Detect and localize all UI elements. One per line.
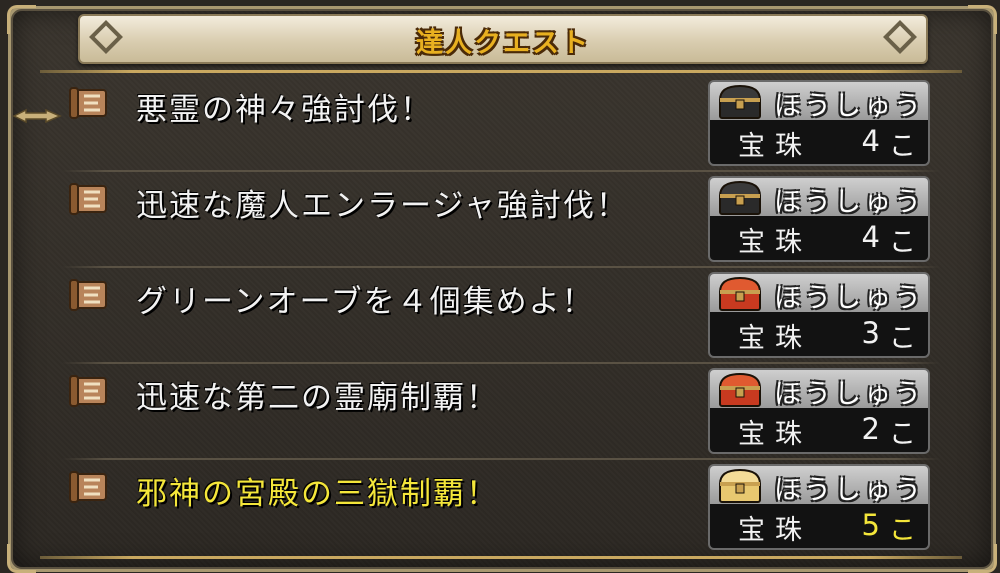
reward-header: ほうしゅう: [708, 464, 930, 506]
reward-header: ほうしゅう: [708, 368, 930, 410]
reward-item-name: 宝珠: [738, 419, 812, 450]
frame-corner-ornament: [968, 5, 997, 34]
reward-count: 3: [861, 316, 880, 350]
title-bar: 達人クエスト: [78, 14, 928, 64]
quest-name: 迅速な魔人エンラージャ強討伐！: [136, 188, 629, 224]
reward-value: 宝珠 3 こ: [708, 312, 930, 358]
reward-item-name: 宝珠: [738, 323, 812, 354]
reward-unit: こ: [889, 131, 916, 162]
selection-cursor-icon: [12, 108, 62, 124]
reward-count: 5: [861, 508, 880, 542]
reward-unit: こ: [889, 323, 916, 354]
panel-divider-top: [40, 70, 962, 73]
reward-header: ほうしゅう: [708, 80, 930, 122]
black-chest-icon: [718, 84, 762, 119]
reward-box: ほうしゅう 宝珠 5 こ: [708, 464, 930, 552]
quest-row[interactable]: 悪霊の神々強討伐！ ほうしゅう 宝珠 4 こ: [58, 76, 940, 172]
reward-item-name: 宝珠: [738, 131, 812, 162]
reward-value: 宝珠 2 こ: [708, 408, 930, 454]
reward-label: ほうしゅう: [774, 91, 924, 122]
reward-box: ほうしゅう 宝珠 4 こ: [708, 176, 930, 264]
panel-divider-bottom: [40, 556, 962, 559]
quest-row[interactable]: 迅速な第二の霊廟制覇！ ほうしゅう 宝珠 2 こ: [58, 364, 940, 460]
red-chest-icon: [718, 372, 762, 407]
quest-scroll-icon: [69, 471, 107, 503]
reward-header: ほうしゅう: [708, 272, 930, 314]
quest-scroll-icon: [69, 87, 107, 119]
frame-corner-ornament: [7, 544, 36, 573]
quest-name: グリーンオーブを４個集めよ！: [136, 284, 595, 320]
frame-corner-ornament: [7, 5, 36, 34]
quest-scroll-icon: [69, 279, 107, 311]
quest-name: 邪神の宮殿の三獄制覇！: [136, 476, 499, 512]
reward-label: ほうしゅう: [774, 379, 924, 410]
window-title: 達人クエスト: [416, 28, 590, 59]
quest-scroll-icon: [69, 375, 107, 407]
reward-value: 宝珠 4 こ: [708, 120, 930, 166]
frame-corner-ornament: [968, 544, 997, 573]
reward-item-name: 宝珠: [738, 515, 812, 546]
black-chest-icon: [718, 180, 762, 215]
quest-name: 悪霊の神々強討伐！: [136, 92, 433, 128]
reward-box: ほうしゅう 宝珠 2 こ: [708, 368, 930, 456]
quest-name: 迅速な第二の霊廟制覇！: [136, 380, 499, 416]
reward-value: 宝珠 5 こ: [708, 504, 930, 550]
reward-value: 宝珠 4 こ: [708, 216, 930, 262]
reward-header: ほうしゅう: [708, 176, 930, 218]
quest-row[interactable]: グリーンオーブを４個集めよ！ ほうしゅう 宝珠 3 こ: [58, 268, 940, 364]
reward-label: ほうしゅう: [774, 283, 924, 314]
reward-unit: こ: [889, 515, 916, 546]
gold-chest-icon: [718, 468, 762, 503]
reward-count: 4: [861, 220, 880, 254]
quest-row[interactable]: 迅速な魔人エンラージャ強討伐！ ほうしゅう 宝珠 4 こ: [58, 172, 940, 268]
reward-unit: こ: [889, 419, 916, 450]
quest-row[interactable]: 邪神の宮殿の三獄制覇！ ほうしゅう 宝珠 5 こ: [58, 460, 940, 556]
reward-count: 4: [861, 124, 880, 158]
reward-box: ほうしゅう 宝珠 3 こ: [708, 272, 930, 360]
reward-box: ほうしゅう 宝珠 4 こ: [708, 80, 930, 168]
reward-label: ほうしゅう: [774, 187, 924, 218]
red-chest-icon: [718, 276, 762, 311]
quest-scroll-icon: [69, 183, 107, 215]
reward-count: 2: [861, 412, 880, 446]
reward-label: ほうしゅう: [774, 475, 924, 506]
reward-unit: こ: [889, 227, 916, 258]
reward-item-name: 宝珠: [738, 227, 812, 258]
